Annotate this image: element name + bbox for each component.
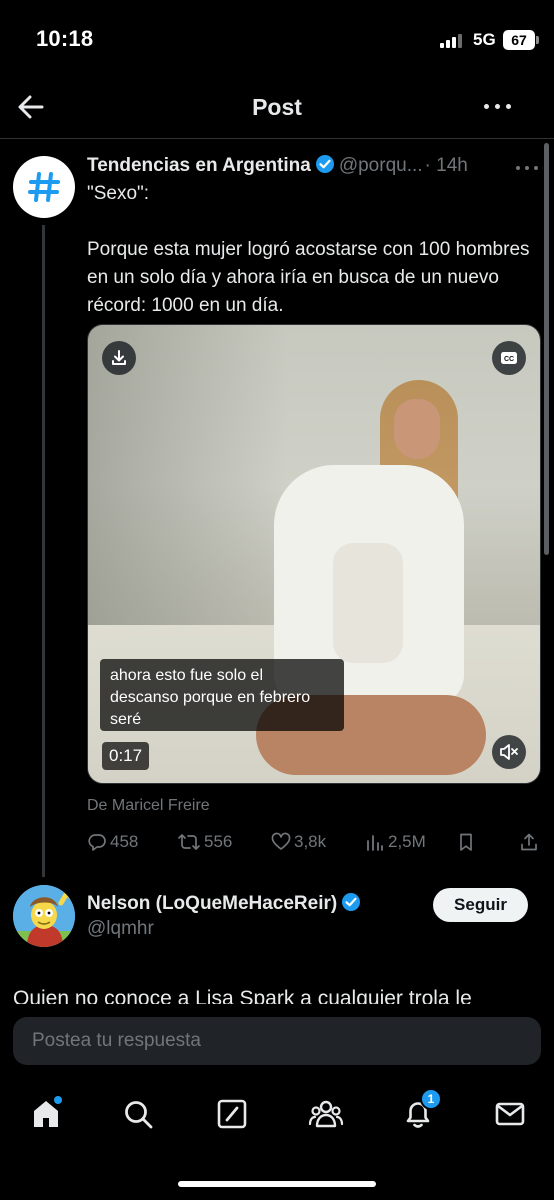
home-indicator[interactable] bbox=[178, 1181, 376, 1187]
tab-messages[interactable] bbox=[490, 1094, 530, 1134]
avatar[interactable] bbox=[13, 156, 75, 218]
communities-icon bbox=[308, 1100, 344, 1128]
reply-composer-bar: Postea tu respuesta bbox=[0, 1004, 554, 1080]
tweet-time[interactable]: · 14h bbox=[425, 155, 468, 176]
repost-button[interactable]: 556 bbox=[177, 830, 232, 854]
notification-badge: 1 bbox=[420, 1088, 442, 1110]
follow-button[interactable]: Seguir bbox=[433, 888, 528, 922]
nav-header: Post bbox=[0, 76, 554, 138]
battery-level: 67 bbox=[511, 32, 527, 48]
tab-notifications[interactable]: 1 bbox=[398, 1088, 442, 1134]
scrollbar[interactable] bbox=[544, 143, 549, 555]
nelson-avatar-image bbox=[13, 885, 75, 947]
bookmark-icon bbox=[460, 833, 472, 851]
views-button[interactable]: 2,5M bbox=[365, 830, 426, 854]
tab-communities[interactable] bbox=[306, 1094, 346, 1134]
divider bbox=[0, 138, 554, 139]
unread-dot bbox=[54, 1096, 62, 1104]
like-count: 3,8k bbox=[294, 832, 327, 851]
like-button[interactable]: 3,8k bbox=[271, 830, 326, 854]
reply-author-name[interactable]: Nelson (LoQueMeHaceReir) bbox=[87, 893, 337, 914]
verified-badge-icon bbox=[341, 892, 361, 918]
tab-home[interactable] bbox=[26, 1094, 66, 1134]
mute-button[interactable] bbox=[492, 735, 526, 769]
reply-author-handle[interactable]: @lqmhr bbox=[87, 918, 154, 940]
reply-input[interactable]: Postea tu respuesta bbox=[13, 1017, 541, 1065]
analytics-icon bbox=[367, 835, 383, 851]
cellular-signal-icon bbox=[440, 34, 464, 48]
tab-search[interactable] bbox=[118, 1094, 158, 1134]
video-caption: ahora esto fue solo el descanso porque e… bbox=[100, 659, 344, 731]
tweet-more-button[interactable] bbox=[516, 166, 540, 172]
captions-button[interactable]: CC bbox=[492, 341, 526, 375]
video-attribution[interactable]: De Maricel Freire bbox=[87, 797, 210, 815]
download-button[interactable] bbox=[102, 341, 136, 375]
video-duration: 0:17 bbox=[102, 742, 150, 770]
tweet-text: "Sexo": Porque esta mujer logró acostars… bbox=[87, 183, 530, 316]
tab-grok[interactable] bbox=[212, 1094, 252, 1134]
repost-count: 556 bbox=[204, 832, 233, 851]
network-type: 5G bbox=[473, 30, 496, 49]
speaker-muted-icon bbox=[500, 744, 518, 760]
avatar[interactable] bbox=[13, 885, 75, 947]
reply-button[interactable]: 458 bbox=[87, 830, 138, 854]
reply-text: Quien no conoce a Lisa Spark a cualquier… bbox=[13, 987, 472, 1006]
share-icon bbox=[521, 833, 537, 851]
verified-badge-icon bbox=[315, 154, 335, 179]
hashtag-icon bbox=[28, 172, 60, 202]
status-time: 10:18 bbox=[36, 26, 94, 51]
video-player[interactable]: CC ahora esto fue solo el descanso porqu… bbox=[87, 324, 541, 784]
view-count: 2,5M bbox=[388, 832, 426, 851]
battery-icon: 67 bbox=[503, 30, 539, 50]
share-button[interactable] bbox=[519, 830, 542, 854]
thread-line bbox=[42, 225, 45, 877]
grok-icon bbox=[217, 1099, 247, 1129]
more-options-button[interactable] bbox=[484, 104, 514, 114]
page-title: Post bbox=[252, 94, 302, 120]
repost-icon bbox=[178, 834, 200, 850]
tweet-header: Tendencias en Argentina @porqu... · 14h bbox=[87, 154, 542, 180]
download-icon bbox=[112, 350, 126, 365]
heart-icon bbox=[271, 832, 291, 850]
svg-text:CC: CC bbox=[504, 356, 514, 363]
search-icon bbox=[125, 1101, 153, 1129]
reply-icon bbox=[88, 834, 106, 851]
closed-captions-icon: CC bbox=[501, 352, 517, 364]
bookmark-button[interactable] bbox=[456, 830, 479, 854]
envelope-icon bbox=[495, 1102, 525, 1126]
reply-count: 458 bbox=[110, 832, 139, 851]
author-handle[interactable]: @porqu... bbox=[339, 155, 423, 176]
tweet-actions: 458 556 3,8k 2,5M bbox=[87, 830, 545, 854]
status-bar: 10:18 5G 67 bbox=[0, 0, 554, 72]
author-name[interactable]: Tendencias en Argentina bbox=[87, 155, 311, 176]
reply-author-row: Nelson (LoQueMeHaceReir) bbox=[87, 892, 361, 918]
